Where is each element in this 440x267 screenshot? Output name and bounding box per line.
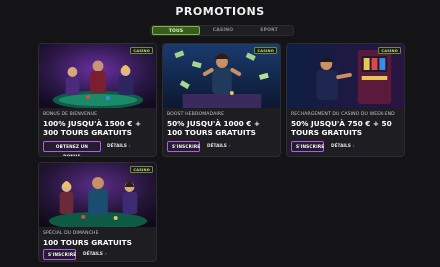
casino-badge: CASINO [130,47,153,54]
details-label: DÉTAILS [83,252,103,257]
details-label: DÉTAILS [107,144,127,149]
promotion-filter-tabs: TOUS CASINO SPORT [150,25,294,36]
chevron-right-icon: › [128,144,131,149]
tab-casino[interactable]: CASINO [200,26,246,35]
details-label: DÉTAILS [331,144,351,149]
details-link[interactable]: DÉTAILS › [331,144,355,149]
details-link[interactable]: DÉTAILS › [107,144,131,149]
headline-line-1: 100% JUSQU'À 1500 € + [43,119,142,128]
promo-category: BONUS DE BIENVENUE [43,112,98,117]
casino-badge: CASINO [378,47,401,54]
promo-headline: 100 TOURS GRATUITS [43,238,155,247]
details-link[interactable]: DÉTAILS › [207,144,231,149]
tab-all[interactable]: TOUS [152,26,200,35]
headline-line-1: 50% JUSQU'À 750 € + 50 [291,119,392,128]
sign-up-button[interactable]: S'INSCRIRE [167,141,200,152]
sign-up-button[interactable]: S'INSCRIRE [291,141,324,152]
casino-badge: CASINO [254,47,277,54]
chevron-right-icon: › [352,144,355,149]
promo-card-sunday-special: CASINO SPÉCIAL DU DIMANCHE 100 TOURS GRA… [38,162,157,262]
details-link[interactable]: DÉTAILS › [83,252,107,257]
tab-sport[interactable]: SPORT [246,26,292,35]
get-bonus-button[interactable]: OBTENEZ UN BONUS [43,141,101,156]
promo-headline: 100% JUSQU'À 1500 € + 300 TOURS GRATUITS [43,119,155,137]
promo-headline: 50% JUSQU'À 750 € + 50 TOURS GRATUITS [291,119,403,137]
sign-up-button[interactable]: S'INSCRIRE [43,249,76,260]
headline-line-2: TOURS GRATUITS [291,128,363,137]
promo-headline: 50% JUSQU'À 1000 € + 100 TOURS GRATUITS [167,119,279,137]
promo-card-weekly-boost: CASINO BOOST HEBDOMADAIRE 50% JUSQU'À 10… [162,43,281,157]
promo-card-weekend-reload: CASINO RECHARGEMENT DU CASINO DU WEEK-EN… [286,43,405,157]
headline-line-2: 300 TOURS GRATUITS [43,128,132,137]
chevron-right-icon: › [104,252,107,257]
casino-badge: CASINO [130,166,153,173]
headline-line-1: 50% JUSQU'À 1000 € + [167,119,261,128]
promo-category: SPÉCIAL DU DIMANCHE [43,231,99,236]
headline-line-1: 100 TOURS GRATUITS [43,238,132,247]
details-label: DÉTAILS [207,144,227,149]
headline-line-2: 100 TOURS GRATUITS [167,128,256,137]
page-title: PROMOTIONS [175,5,265,18]
promo-card-welcome-bonus: CASINO BONUS DE BIENVENUE 100% JUSQU'À 1… [38,43,157,157]
promo-category: RECHARGEMENT DU CASINO DU WEEK-END [291,112,395,117]
chevron-right-icon: › [228,144,231,149]
promo-category: BOOST HEBDOMADAIRE [167,112,225,117]
